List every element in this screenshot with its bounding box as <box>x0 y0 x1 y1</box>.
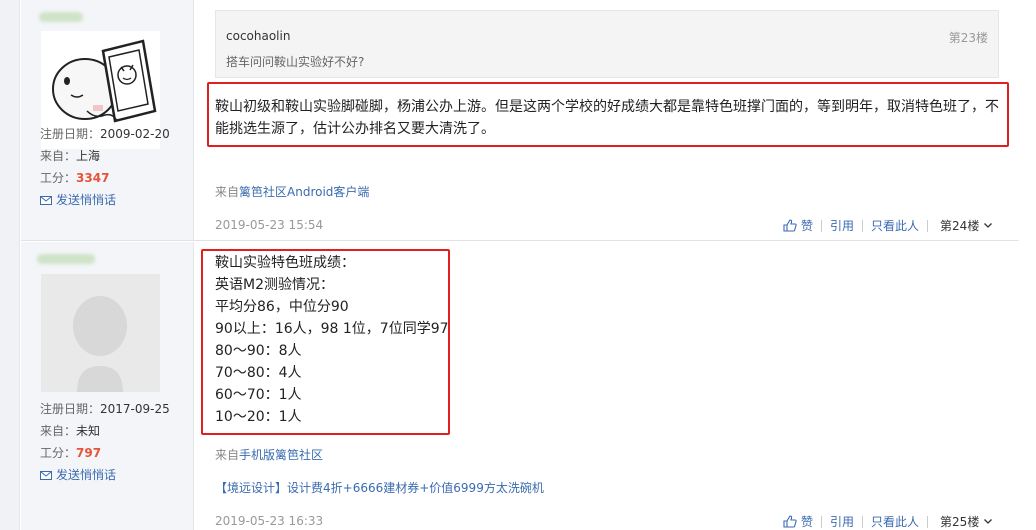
username-blurred[interactable] <box>37 254 95 264</box>
divider <box>821 219 823 232</box>
from-label: 来自： <box>40 424 77 438</box>
content-line: 能挑选生源了，估计公办排名又要大清洗了。 <box>215 121 495 137</box>
ad-link[interactable]: 【境远设计】设计费4折+6666建材券+价值6999方太洗碗机 <box>215 479 544 496</box>
divider <box>927 219 929 232</box>
post-content: 鞍山初级和鞍山实验脚碰脚，杨浦公办上游。但是这两个学校的好成绩大都是靠特色班撑门… <box>215 96 1005 140</box>
avatar[interactable] <box>41 274 160 392</box>
thumbs-up-icon <box>783 515 797 528</box>
post-actions: 赞 引用 只看此人 第25楼 <box>783 513 993 530</box>
points-label: 工分： <box>40 171 77 185</box>
post-source: 来自手机版篱笆社区 <box>215 446 323 463</box>
right-margin <box>1019 0 1036 530</box>
quote-button[interactable]: 引用 <box>830 513 854 530</box>
quote-floor: 第23楼 <box>948 31 988 45</box>
points-value: 3347 <box>76 171 110 185</box>
like-label: 赞 <box>801 219 814 233</box>
left-margin <box>0 0 20 530</box>
send-pm-link[interactable]: 发送悄悄话 <box>40 464 170 486</box>
floor-dropdown[interactable]: 第24楼 <box>940 217 993 234</box>
forum-post: 注册日期：2009-02-20 来自：上海 工分：3347 发送悄悄话 coco… <box>21 0 1019 241</box>
post-date: 2019-05-23 16:33 <box>215 514 324 528</box>
reg-date-row: 注册日期：2017-09-25 <box>40 398 170 420</box>
envelope-icon <box>40 195 52 205</box>
from-label: 来自： <box>40 149 77 163</box>
divider <box>862 219 864 232</box>
post-source: 来自篱笆社区Android客户端 <box>215 183 369 200</box>
user-panel: 注册日期：2009-02-20 来自：上海 工分：3347 发送悄悄话 <box>21 0 194 240</box>
post-actions: 赞 引用 只看此人 第24楼 <box>783 217 993 234</box>
send-pm-label: 发送悄悄话 <box>56 193 117 207</box>
source-prefix: 来自 <box>215 185 240 199</box>
reg-label: 注册日期： <box>40 402 101 416</box>
reg-date-row: 注册日期：2009-02-20 <box>40 123 170 145</box>
content-line: 鞍山实验特色班成绩： <box>215 255 355 271</box>
points-row: 工分：3347 <box>40 167 170 189</box>
divider <box>862 515 864 528</box>
post-date: 2019-05-23 15:54 <box>215 218 324 232</box>
content-line: 鞍山初级和鞍山实验脚碰脚，杨浦公办上游。但是这两个学校的好成绩大都是靠特色班撑门… <box>215 99 999 115</box>
content-line: 10～20：1人 <box>215 409 302 425</box>
user-meta: 注册日期：2017-09-25 来自：未知 工分：797 发送悄悄话 <box>40 398 170 486</box>
only-this-user-button[interactable]: 只看此人 <box>871 513 919 530</box>
default-avatar-icon <box>41 274 160 392</box>
envelope-icon <box>40 470 52 480</box>
location-row: 来自：上海 <box>40 145 170 167</box>
send-pm-link[interactable]: 发送悄悄话 <box>40 189 170 211</box>
user-panel: 注册日期：2017-09-25 来自：未知 工分：797 发送悄悄话 <box>21 242 194 530</box>
post-main: 鞍山实验特色班成绩： 英语M2测验情况： 平均分86，中位分90 90以上：16… <box>195 242 1019 530</box>
reg-date: 2017-09-25 <box>100 402 170 416</box>
quote-button[interactable]: 引用 <box>830 217 854 234</box>
chevron-down-icon <box>984 519 993 524</box>
points-value: 797 <box>76 446 102 460</box>
source-link[interactable]: 手机版篱笆社区 <box>239 448 323 462</box>
content-line: 90以上：16人，98 1位，7位同学97 <box>215 321 449 337</box>
quote-author: cocohaolin <box>226 29 291 43</box>
floor-label: 第25楼 <box>940 515 980 529</box>
send-pm-label: 发送悄悄话 <box>56 468 117 482</box>
floor-label: 第24楼 <box>940 219 980 233</box>
like-button[interactable]: 赞 <box>783 513 813 530</box>
thumbs-up-icon <box>783 219 797 232</box>
content-line: 60～70：1人 <box>215 387 302 403</box>
content-line: 英语M2测验情况： <box>215 277 334 293</box>
location-value: 上海 <box>76 149 101 163</box>
divider <box>821 515 823 528</box>
source-link[interactable]: 篱笆社区Android客户端 <box>239 185 369 199</box>
floor-dropdown[interactable]: 第25楼 <box>940 513 993 530</box>
chevron-down-icon <box>984 223 993 228</box>
reg-label: 注册日期： <box>40 127 101 141</box>
reg-date: 2009-02-20 <box>100 127 170 141</box>
points-label: 工分： <box>40 446 77 460</box>
user-meta: 注册日期：2009-02-20 来自：上海 工分：3347 发送悄悄话 <box>40 123 170 211</box>
content-line: 平均分86，中位分90 <box>215 299 349 315</box>
content-line: 80～90：8人 <box>215 343 302 359</box>
points-row: 工分：797 <box>40 442 170 464</box>
location-value: 未知 <box>76 424 101 438</box>
like-label: 赞 <box>801 515 814 529</box>
post-main: cocohaolin 第23楼 搭车问问鞍山实验好不好? 鞍山初级和鞍山实验脚碰… <box>195 0 1019 240</box>
source-prefix: 来自 <box>215 448 240 462</box>
like-button[interactable]: 赞 <box>783 217 813 234</box>
quote-text: 搭车问问鞍山实验好不好? <box>226 55 365 69</box>
content-line: 70～80：4人 <box>215 365 302 381</box>
location-row: 来自：未知 <box>40 420 170 442</box>
username-blurred[interactable] <box>39 12 83 22</box>
quote-block: cocohaolin 第23楼 搭车问问鞍山实验好不好? <box>215 10 999 78</box>
only-this-user-button[interactable]: 只看此人 <box>871 217 919 234</box>
forum-post: 注册日期：2017-09-25 来自：未知 工分：797 发送悄悄话 鞍山实验特… <box>21 242 1019 530</box>
divider <box>927 515 929 528</box>
post-content: 鞍山实验特色班成绩： 英语M2测验情况： 平均分86，中位分90 90以上：16… <box>215 252 455 428</box>
